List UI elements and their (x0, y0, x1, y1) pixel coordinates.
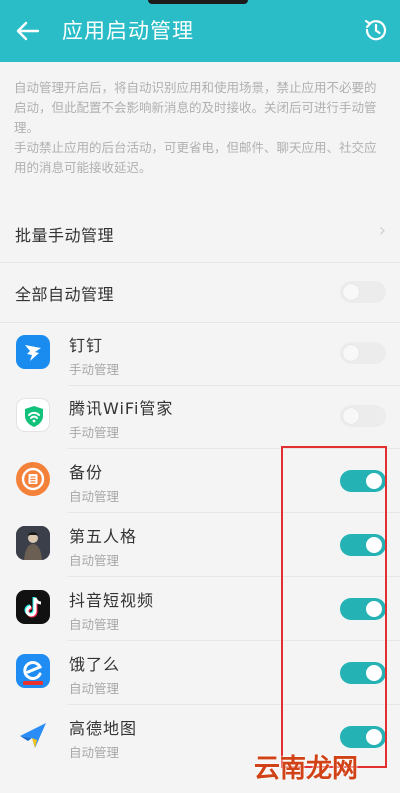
app-row-backup: 备份 自动管理 (0, 449, 400, 512)
app-name: 高德地图 (69, 719, 138, 738)
chevron-right-icon: › (378, 220, 386, 241)
tencent-wifi-icon (16, 398, 50, 432)
app-toggle[interactable] (340, 598, 386, 620)
eleme-icon (16, 654, 50, 688)
description-paragraph-2: 手动禁止应用的后台活动，可更省电，但邮件、聊天应用、社交应用的消息可能接收延迟。 (14, 140, 377, 175)
app-status: 自动管理 (69, 553, 120, 568)
history-clock-icon[interactable] (362, 16, 390, 44)
app-header: 应用启动管理 (0, 0, 400, 62)
amap-icon (16, 718, 50, 752)
app-row-identity-v: 第五人格 自动管理 (0, 513, 400, 576)
page-title: 应用启动管理 (62, 19, 194, 43)
toggle-knob (366, 665, 382, 681)
camera-notch (148, 0, 248, 4)
description-text: 自动管理开启后，将自动识别应用和使用场景，禁止应用不必要的启动，但此配置不会影响… (14, 78, 386, 178)
batch-manual-label: 批量手动管理 (15, 226, 115, 245)
toggle-knob (343, 408, 359, 424)
toggle-knob (366, 473, 382, 489)
auto-all-toggle[interactable] (340, 281, 386, 303)
batch-manual-row[interactable]: 批量手动管理 › (0, 206, 400, 262)
arrow-left-icon[interactable] (14, 17, 42, 45)
app-toggle[interactable] (340, 726, 386, 748)
description-paragraph-1: 自动管理开启后，将自动识别应用和使用场景，禁止应用不必要的启动，但此配置不会影响… (14, 80, 377, 135)
toggle-knob (366, 601, 382, 617)
app-name: 腾讯WiFi管家 (69, 399, 174, 418)
app-toggle[interactable] (340, 534, 386, 556)
auto-all-label: 全部自动管理 (15, 285, 115, 304)
app-status: 手动管理 (69, 362, 120, 377)
toggle-knob (366, 729, 382, 745)
app-name: 钉钉 (69, 336, 104, 355)
app-toggle[interactable] (340, 342, 386, 364)
app-toggle[interactable] (340, 405, 386, 427)
app-row-tencent-wifi: 腾讯WiFi管家 手动管理 (0, 386, 400, 448)
app-status: 自动管理 (69, 745, 120, 760)
app-toggle[interactable] (340, 470, 386, 492)
backup-icon (16, 462, 50, 496)
auto-all-row: 全部自动管理 (0, 263, 400, 321)
dingtalk-icon (16, 335, 50, 369)
app-status: 自动管理 (69, 617, 120, 632)
toggle-knob (343, 284, 359, 300)
app-name: 抖音短视频 (69, 591, 155, 610)
identity-v-icon (16, 526, 50, 560)
app-name: 备份 (69, 463, 104, 482)
app-toggle[interactable] (340, 662, 386, 684)
app-status: 自动管理 (69, 489, 120, 504)
app-name: 第五人格 (69, 527, 138, 546)
toggle-knob (343, 345, 359, 361)
app-status: 手动管理 (69, 425, 120, 440)
app-name: 饿了么 (69, 655, 121, 674)
douyin-icon (16, 590, 50, 624)
watermark: 云南龙网 (253, 754, 358, 784)
app-row-douyin: 抖音短视频 自动管理 (0, 577, 400, 640)
app-row-eleme: 饿了么 自动管理 (0, 641, 400, 704)
app-status: 自动管理 (69, 681, 120, 696)
toggle-knob (366, 537, 382, 553)
app-row-dingtalk: 钉钉 手动管理 (0, 323, 400, 385)
